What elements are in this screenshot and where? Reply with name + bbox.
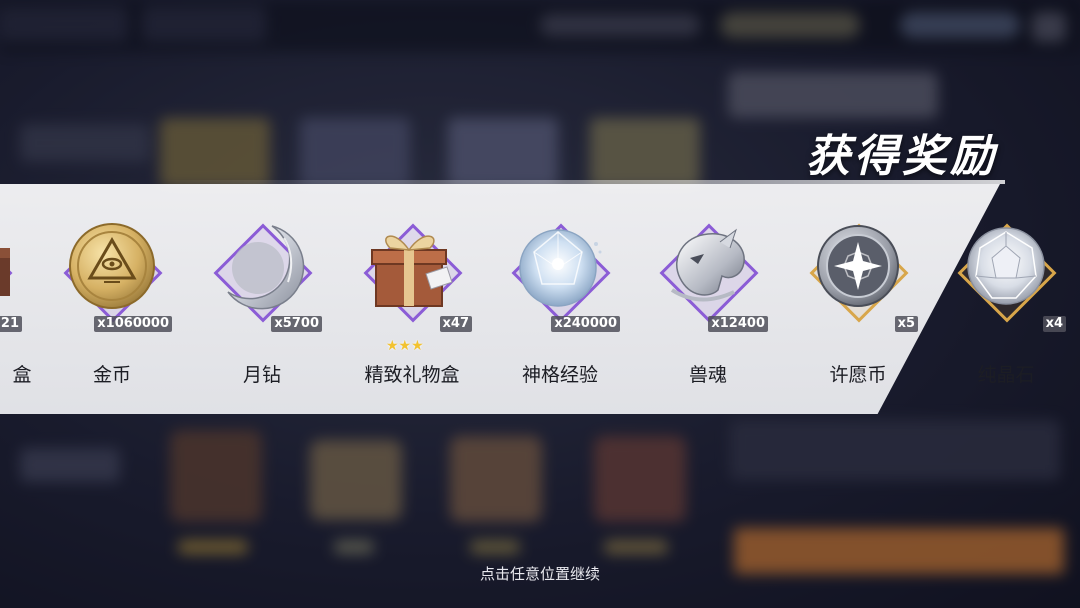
item-icon-wrap [954,214,1058,330]
reward-title: 获得奖励 [806,131,998,182]
item-name: 神格经验 [521,364,598,386]
reward-item-list: 21 盒 x1060000 金币 x5700 月钻 x47 ★★★ 精致礼物盒 … [0,214,1080,404]
beast-soul-icon [670,228,745,302]
item-quantity: x47 [439,316,472,332]
tap-to-continue-hint: 点击任意位置继续 [479,565,600,583]
star-rating: ★★★ [386,338,424,354]
item-icon-wrap [210,214,314,330]
reward-item[interactable]: x5 许愿币 [798,214,918,404]
item-name: 月钻 [242,364,281,386]
gift-box-icon [371,235,453,307]
item-name: 金币 [92,364,131,386]
item-quantity: x5700 [271,316,322,332]
reward-item[interactable]: 21 盒 [0,214,32,404]
item-quantity: x5 [894,316,918,332]
crystal-orb-icon [519,229,602,307]
item-icon-wrap [806,214,910,330]
item-icon-wrap [60,214,164,330]
item-quantity: x1060000 [94,316,172,332]
item-name: 许愿币 [829,364,887,386]
box-icon [0,248,10,296]
reward-item[interactable]: x240000 神格经验 [500,214,620,404]
item-quantity: 21 [0,316,22,332]
reward-item[interactable]: x1060000 金币 [52,214,172,404]
item-name: 兽魂 [688,364,727,386]
gold-coin-icon [69,223,155,309]
item-icon-wrap [508,214,612,330]
item-icon-wrap [0,214,14,330]
item-name: 精致礼物盒 [364,364,460,386]
item-icon-wrap [360,214,464,330]
item-quantity: x4 [1042,316,1066,332]
reward-item[interactable]: x5700 月钻 [202,214,322,404]
pure-crystal-icon [967,227,1045,305]
reward-item[interactable]: x47 ★★★ 精致礼物盒 [352,214,472,404]
strip-highlight [160,180,1005,184]
wish-coin-icon [817,225,899,307]
reward-item[interactable]: x4 纯晶石 [946,214,1066,404]
moon-diamond-icon [227,225,305,310]
item-icon-wrap [656,214,760,330]
item-name: 纯晶石 [977,364,1035,386]
reward-item[interactable]: x12400 兽魂 [648,214,768,404]
item-quantity: x12400 [708,316,768,332]
item-quantity: x240000 [551,316,620,332]
